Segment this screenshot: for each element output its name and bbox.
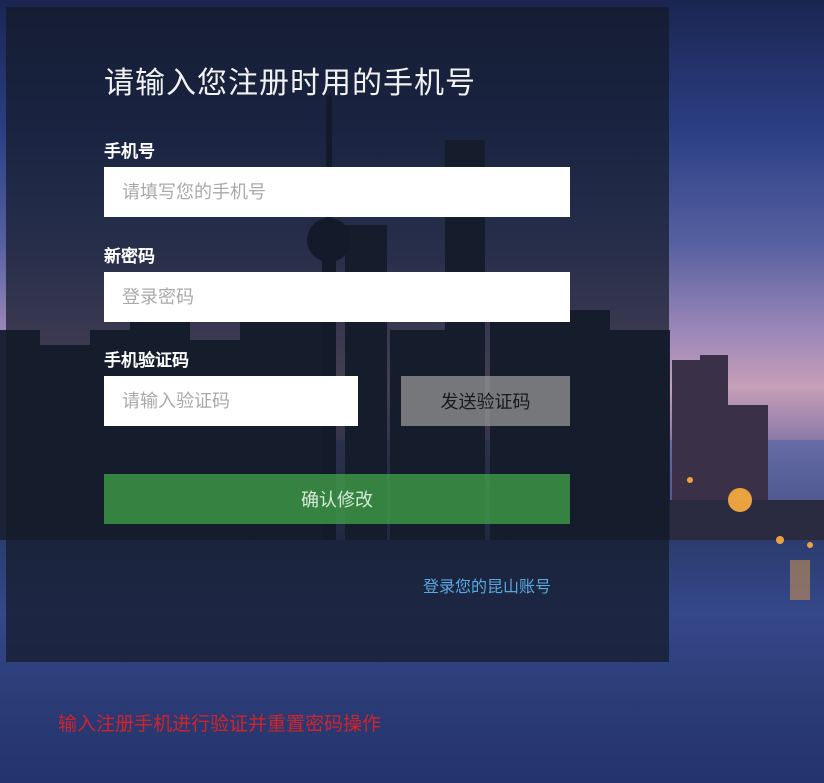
new-password-label: 新密码 xyxy=(104,247,155,267)
phone-label: 手机号 xyxy=(104,142,155,162)
reset-password-panel xyxy=(6,7,669,662)
verification-code-input[interactable] xyxy=(104,376,358,426)
confirm-change-button[interactable]: 确认修改 xyxy=(104,474,570,524)
instruction-note: 输入注册手机进行验证并重置密码操作 xyxy=(58,713,382,735)
login-account-link[interactable]: 登录您的昆山账号 xyxy=(423,573,551,597)
phone-input[interactable] xyxy=(104,167,570,217)
send-code-button[interactable]: 发送验证码 xyxy=(401,376,570,426)
new-password-input[interactable] xyxy=(104,272,570,322)
verification-code-label: 手机验证码 xyxy=(104,351,189,371)
page-title: 请输入您注册时用的手机号 xyxy=(104,66,476,101)
